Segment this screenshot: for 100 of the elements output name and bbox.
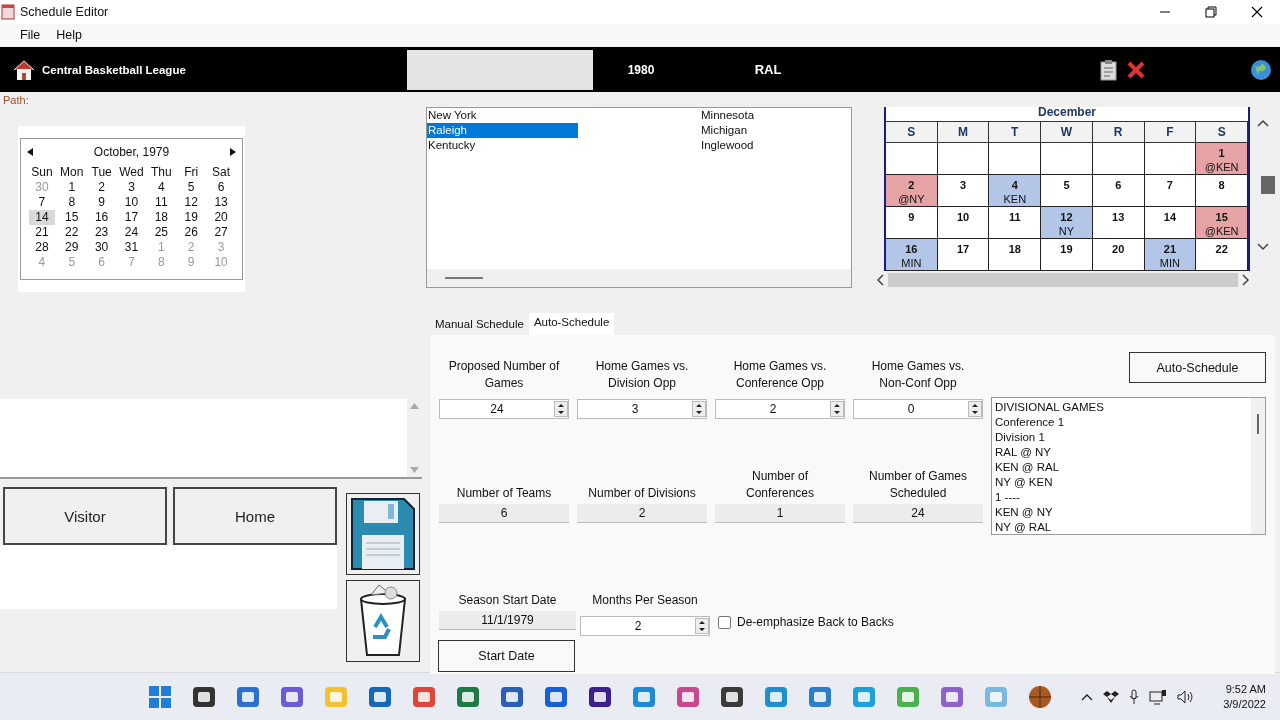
calendar-day[interactable]: 15 xyxy=(58,210,85,225)
calendar-cell[interactable]: 11 xyxy=(989,207,1042,239)
spin-arrows-icon[interactable] xyxy=(968,401,982,417)
calendar-cell[interactable]: 7 xyxy=(1144,175,1197,207)
calendar-day[interactable]: 7 xyxy=(28,195,55,210)
tab[interactable]: Manual Schedule xyxy=(430,315,529,335)
team-list-item[interactable]: Minnesota xyxy=(700,108,851,123)
start-icon[interactable] xyxy=(147,683,173,710)
network-icon[interactable] xyxy=(1149,688,1168,705)
calendar-day[interactable]: 5 xyxy=(178,180,205,195)
calendar-cell[interactable] xyxy=(1144,143,1197,175)
calendar-day[interactable]: 11 xyxy=(148,195,175,210)
calendar-day[interactable]: 29 xyxy=(58,240,85,255)
calendar-day[interactable]: 31 xyxy=(118,240,145,255)
scroll-thumb[interactable] xyxy=(888,273,1238,287)
calendar-day[interactable]: 4 xyxy=(148,180,175,195)
calendar-day[interactable]: 18 xyxy=(148,210,175,225)
microphone-icon[interactable] xyxy=(1129,688,1140,705)
calendar-cell[interactable]: 15 @KEN xyxy=(1196,207,1248,239)
tab[interactable]: Auto-Schedule xyxy=(528,313,615,335)
calendar-day[interactable]: 2 xyxy=(88,180,115,195)
scroll-down-icon[interactable] xyxy=(1257,243,1269,251)
spin-box[interactable]: 3 xyxy=(577,399,707,419)
calendar-cell[interactable]: 17 xyxy=(937,239,990,271)
calendar-cell[interactable]: 16 MIN xyxy=(886,239,938,271)
calendar-cell[interactable]: 18 xyxy=(989,239,1042,271)
scroll-left-icon[interactable] xyxy=(876,274,884,286)
clock-date[interactable]: 3/9/2022 xyxy=(1223,696,1266,712)
team-list-item[interactable]: Kentucky xyxy=(427,138,578,153)
calendar-day[interactable]: 9 xyxy=(88,195,115,210)
calendar-day[interactable]: 26 xyxy=(178,225,205,240)
calendar-cell[interactable]: 13 xyxy=(1092,207,1145,239)
team-list-item[interactable]: Raleigh xyxy=(427,123,578,138)
spin-arrows-icon[interactable] xyxy=(554,401,568,417)
checkbox[interactable] xyxy=(718,615,731,629)
calendar-cell[interactable] xyxy=(1041,143,1093,175)
calendar-day[interactable]: 8 xyxy=(58,195,85,210)
date-picker[interactable]: October, 1979 Sun Mon Tue Wed Thu Fri Sat 30 1 2 3 4 5 6 7 8 9 10 11 12 13 14 15 16 17 18 19 20 21 22 23 24 25 26 27 28 29 30 31 1 2 3 4 5 6 7 8 9 10 xyxy=(20,138,243,280)
calendar-day[interactable]: 23 xyxy=(88,225,115,240)
calendar-cell[interactable]: 4 KEN xyxy=(989,175,1042,207)
calendar-day[interactable]: 25 xyxy=(148,225,175,240)
clock-time[interactable]: 9:52 AM xyxy=(1225,681,1266,697)
scroll-thumb[interactable] xyxy=(1261,176,1275,194)
calendar-cell[interactable]: 3 xyxy=(937,175,990,207)
calendar-day[interactable]: 20 xyxy=(208,210,235,225)
clipboard-icon[interactable] xyxy=(1098,58,1120,81)
calendar-day[interactable]: 16 xyxy=(88,210,115,225)
next-month-icon[interactable] xyxy=(230,148,236,156)
calendar-cell[interactable]: 1 @KEN xyxy=(1196,143,1248,175)
calendar-cell[interactable]: 8 xyxy=(1196,175,1248,207)
spin-box[interactable]: 2 xyxy=(580,616,710,636)
season-field[interactable] xyxy=(407,49,593,90)
calendar-cell[interactable]: 21 MIN xyxy=(1144,239,1197,271)
previous-month-icon[interactable] xyxy=(27,148,33,156)
calendar-day[interactable]: 17 xyxy=(118,210,145,225)
calendar-cell[interactable]: 5 xyxy=(1041,175,1093,207)
spin-box[interactable]: 24 xyxy=(439,399,569,419)
calendar-cell[interactable] xyxy=(1092,143,1145,175)
team-list[interactable]: New York Raleigh Kentucky Minnesota Michigan Inglewood xyxy=(426,107,852,288)
scroll-thumb[interactable] xyxy=(445,277,483,279)
team-list-item[interactable]: Inglewood xyxy=(700,138,851,153)
calendar-cell[interactable]: 12 NY xyxy=(1041,207,1093,239)
calendar-cell[interactable]: 2 @NY xyxy=(886,175,938,207)
calendar-cell[interactable]: 19 xyxy=(1041,239,1093,271)
team-button[interactable]: Visitor xyxy=(3,487,167,545)
calendar-day[interactable]: 1 xyxy=(58,180,85,195)
scroll-right-icon[interactable] xyxy=(1242,274,1250,286)
calendar-day[interactable]: 30 xyxy=(88,240,115,255)
games-list[interactable]: DIVISIONAL GAMES Conference 1 Division 1 RAL @ NY KEN @ RAL NY @ KEN 1 ---- KEN @ NY NY @ RAL xyxy=(991,397,1266,535)
scroll-thumb[interactable] xyxy=(1257,414,1259,434)
spin-arrows-icon[interactable] xyxy=(695,618,709,634)
calendar-day[interactable]: 19 xyxy=(178,210,205,225)
auto-schedule-button[interactable]: Auto-Schedule xyxy=(1129,352,1266,383)
calendar-day[interactable]: 21 xyxy=(28,225,55,240)
save-button[interactable] xyxy=(346,493,420,575)
calendar-day[interactable]: 6 xyxy=(208,180,235,195)
speaker-icon[interactable] xyxy=(1177,689,1194,704)
calendar-cell[interactable] xyxy=(886,143,938,175)
recycle-button[interactable] xyxy=(346,580,420,662)
calendar-cell[interactable]: 20 xyxy=(1092,239,1145,271)
close-icon[interactable] xyxy=(1251,6,1263,18)
calendar-cell[interactable]: 9 xyxy=(886,207,938,239)
spin-box[interactable]: 2 xyxy=(715,399,845,419)
calendar-day[interactable]: 12 xyxy=(178,195,205,210)
calendar-cell[interactable]: 10 xyxy=(937,207,990,239)
calendar-day[interactable]: 3 xyxy=(118,180,145,195)
delete-icon[interactable] xyxy=(1126,59,1146,80)
globe-icon[interactable] xyxy=(1250,58,1272,81)
spin-arrows-icon[interactable] xyxy=(692,401,706,417)
calendar-day[interactable]: 22 xyxy=(58,225,85,240)
spin-box[interactable]: 0 xyxy=(853,399,983,419)
app-icon[interactable] xyxy=(1027,683,1053,710)
calendar-day[interactable]: 13 xyxy=(208,195,235,210)
calendar-cell[interactable]: 22 xyxy=(1196,239,1248,271)
restore-icon[interactable] xyxy=(1205,6,1217,18)
calendar-day[interactable]: 27 xyxy=(208,225,235,240)
menu-item[interactable]: File xyxy=(12,28,49,42)
spin-arrows-icon[interactable] xyxy=(830,401,844,417)
calendar-cell[interactable] xyxy=(937,143,990,175)
team-button[interactable]: Home xyxy=(173,487,337,545)
